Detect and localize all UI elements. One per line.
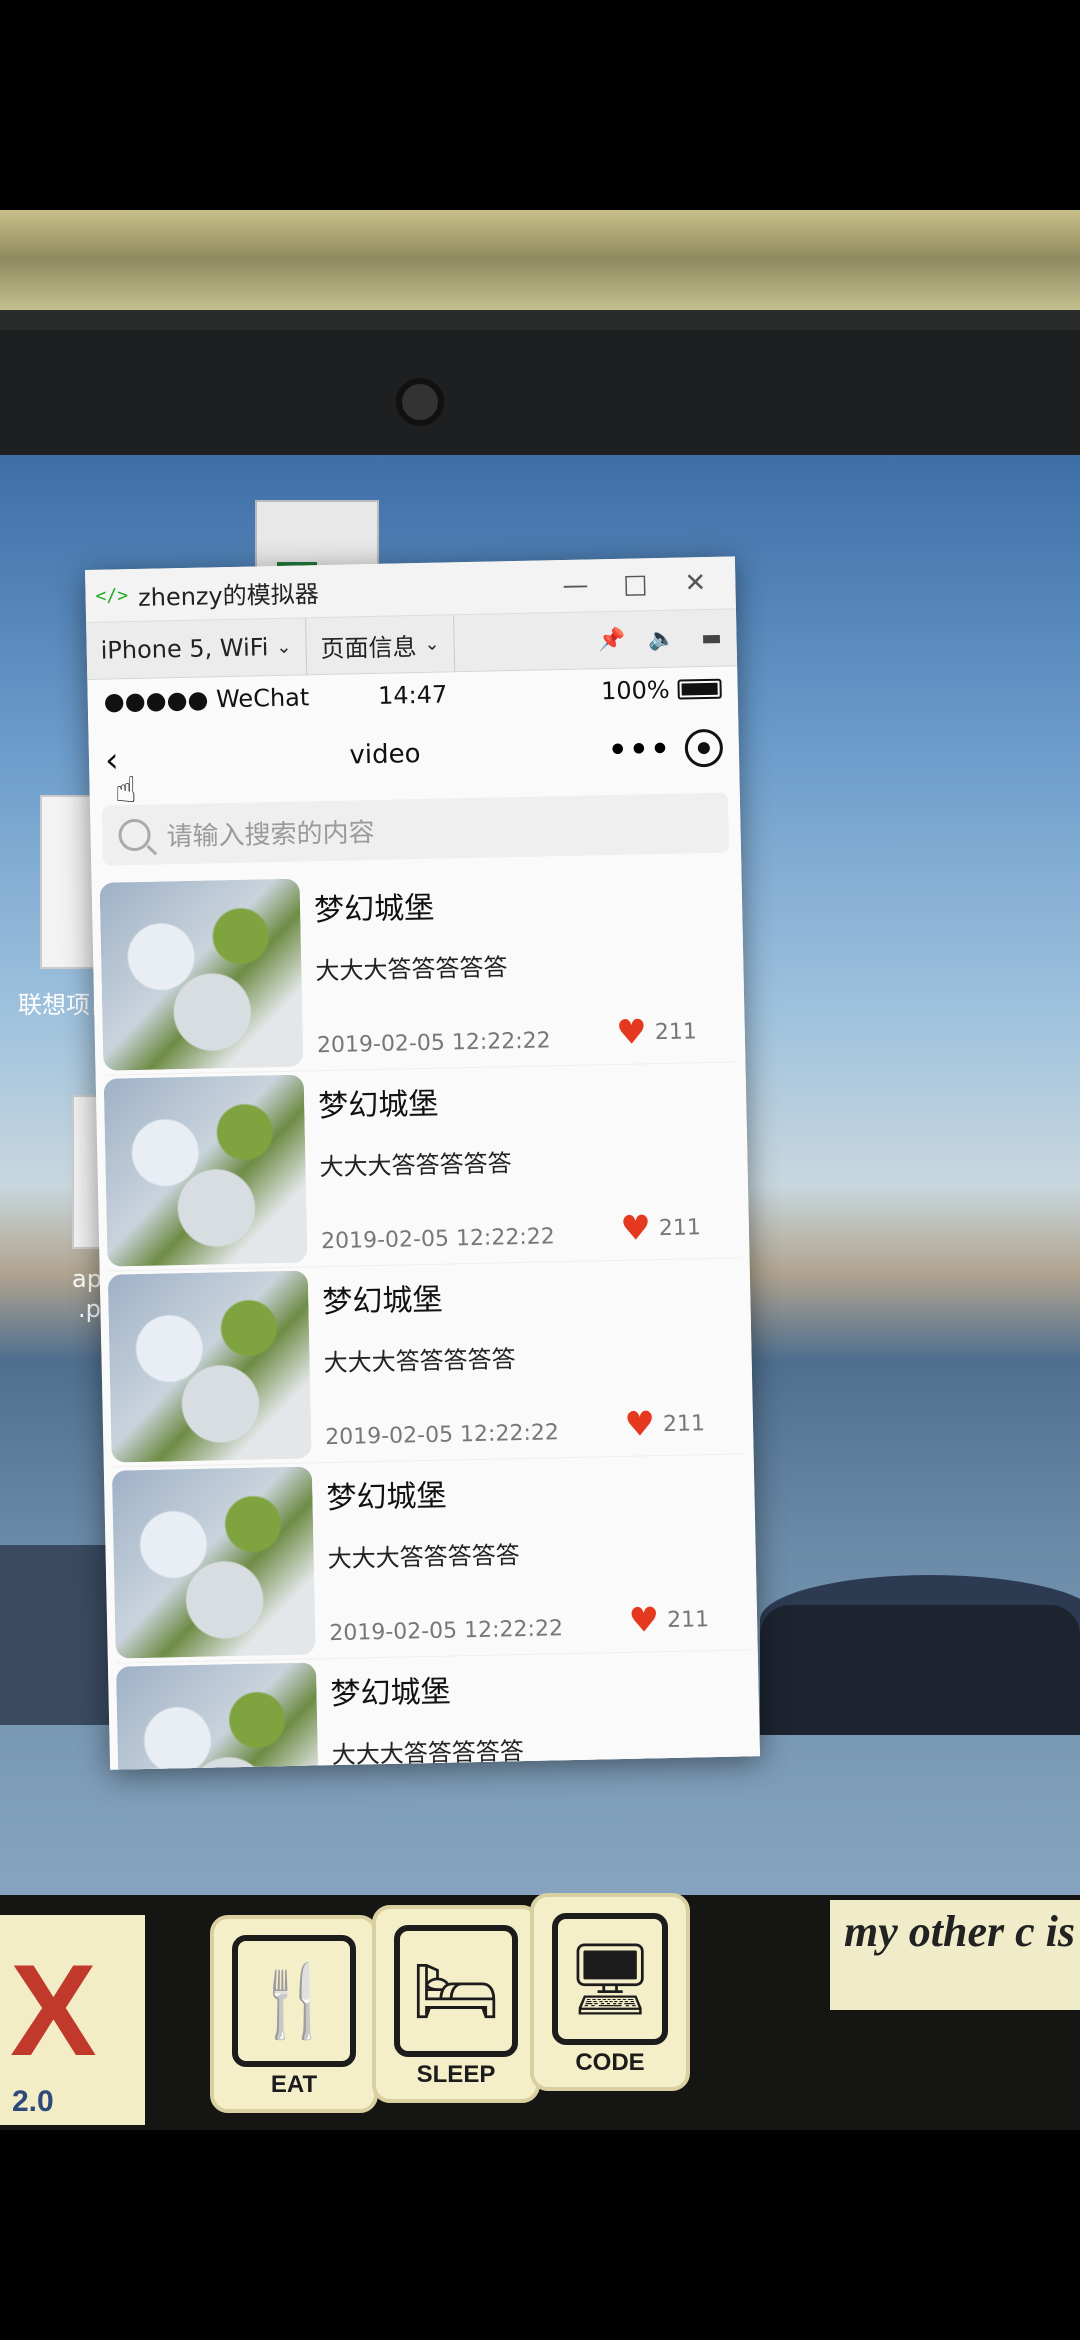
- chevron-down-icon: ⌄: [276, 636, 292, 658]
- video-date: 2019-02-05 12:22:22: [329, 1616, 564, 1647]
- nav-bar: ‹ video •••: [88, 710, 739, 798]
- minimize-button[interactable]: —: [545, 570, 606, 601]
- video-description: 大大大答答答答答: [315, 953, 508, 986]
- wallpaper-left-hill: [0, 1545, 110, 1725]
- video-thumbnail[interactable]: [99, 878, 304, 1071]
- dock-icon[interactable]: ▬: [686, 625, 737, 651]
- code-label: CODE: [575, 2049, 645, 2076]
- video-list: 梦幻城堡 大大大答答答答答 2019-02-05 12:22:22 ♥ 211 梦…: [91, 866, 759, 1770]
- fork-knife-icon: 🍴: [232, 1935, 356, 2067]
- close-button[interactable]: ✕: [665, 568, 726, 599]
- list-item[interactable]: 梦幻城堡 大大大答答答答答: [115, 1650, 754, 1770]
- maximize-button[interactable]: □: [605, 569, 666, 600]
- x-logo-icon: X: [10, 1937, 97, 2083]
- like-count-value: 211: [666, 1606, 710, 1633]
- close-miniprogram-icon[interactable]: [684, 728, 724, 768]
- like-count[interactable]: ♥ 211: [628, 1600, 710, 1641]
- video-thumbnail[interactable]: [111, 1466, 316, 1659]
- laptop-lid-top: [0, 210, 1080, 330]
- heart-icon[interactable]: ♥: [628, 1600, 659, 1641]
- video-description: 大大大答答答答答: [327, 1541, 521, 1574]
- bed-icon: 🛏: [394, 1925, 518, 2057]
- page-info-select[interactable]: 页面信息 ⌄: [305, 615, 456, 675]
- video-date: 2019-02-05 12:22:22: [316, 1028, 551, 1059]
- computer-icon: 🖥: [552, 1913, 668, 2045]
- search-placeholder: 请输入搜索的内容: [166, 817, 375, 852]
- battery-percent: 100%: [600, 675, 670, 706]
- page-info-label: 页面信息: [320, 632, 417, 663]
- device-select-label: iPhone 5, WiFi: [100, 633, 269, 665]
- video-thumbnail[interactable]: [107, 1270, 312, 1463]
- video-description: 大大大答答答答答: [323, 1345, 516, 1378]
- pin-icon[interactable]: 📌: [586, 627, 637, 653]
- sleep-label: SLEEP: [416, 2061, 496, 2088]
- like-count[interactable]: ♥ 211: [616, 1012, 698, 1053]
- heart-icon[interactable]: ♥: [624, 1404, 655, 1445]
- more-icon[interactable]: •••: [605, 731, 676, 767]
- code-icon: </>: [95, 584, 129, 607]
- window-title: zhenzy的模拟器: [137, 579, 319, 612]
- webcam: [396, 378, 444, 426]
- video-date: 2019-02-05 12:22:22: [324, 1420, 560, 1451]
- eat-label: EAT: [270, 2071, 318, 2098]
- page-title: video: [349, 739, 421, 771]
- list-item[interactable]: 梦幻城堡 大大大答答答答答 2019-02-05 12:22:22 ♥ 211: [99, 866, 738, 1076]
- like-count-value: 211: [662, 1410, 706, 1437]
- battery-status: 100%: [515, 675, 722, 707]
- wallpaper-trees: [760, 1605, 1080, 1735]
- status-time: 14:47: [377, 680, 448, 710]
- search-input[interactable]: 请输入搜索的内容: [101, 792, 730, 866]
- video-title: 梦幻城堡: [313, 890, 435, 929]
- list-item[interactable]: 梦幻城堡 大大大答答答答答 2019-02-05 12:22:22 ♥ 211: [103, 1062, 742, 1272]
- list-item[interactable]: 梦幻城堡 大大大答答答答答 2019-02-05 12:22:22 ♥ 211: [107, 1258, 746, 1468]
- logo-version: 2.0: [12, 2085, 54, 2118]
- chevron-down-icon: ⌄: [424, 633, 440, 655]
- like-count[interactable]: ♥ 211: [620, 1208, 702, 1249]
- device-select[interactable]: iPhone 5, WiFi ⌄: [86, 618, 308, 679]
- video-title: 梦幻城堡: [330, 1674, 451, 1713]
- eat-sticker: 🍴 EAT: [210, 1915, 378, 2113]
- simulator-window: </> zhenzy的模拟器 — □ ✕ iPhone 5, WiFi ⌄ 页面…: [85, 556, 760, 1770]
- video-title: 梦幻城堡: [326, 1478, 447, 1517]
- code-sticker: 🖥 CODE: [530, 1893, 690, 2091]
- like-count-value: 211: [658, 1214, 702, 1241]
- list-item[interactable]: 梦幻城堡 大大大答答答答答 2019-02-05 12:22:22 ♥ 211: [111, 1454, 750, 1664]
- like-count-value: 211: [654, 1018, 698, 1045]
- volume-icon[interactable]: 🔈: [636, 626, 687, 652]
- x-logo-sticker: X 2.0: [0, 1915, 145, 2125]
- heart-icon[interactable]: ♥: [616, 1012, 647, 1053]
- carrier-label: ●●●●● WeChat: [103, 683, 310, 716]
- phone-screen: ●●●●● WeChat 14:47 100% ‹ video ••• 请输入搜…: [87, 666, 760, 1770]
- hand-cursor-icon: ☝: [115, 770, 137, 811]
- like-count[interactable]: ♥ 211: [624, 1404, 706, 1445]
- battery-icon: [677, 678, 722, 700]
- video-title: 梦幻城堡: [317, 1086, 439, 1125]
- heart-icon[interactable]: ♥: [620, 1208, 651, 1249]
- quote-sticker: my other c is your co: [830, 1900, 1080, 2010]
- video-description: 大大大答答答答答: [319, 1149, 512, 1182]
- video-thumbnail[interactable]: [115, 1662, 320, 1770]
- video-title: 梦幻城堡: [322, 1282, 443, 1321]
- video-thumbnail[interactable]: [103, 1074, 308, 1267]
- search-icon: [118, 818, 151, 852]
- video-date: 2019-02-05 12:22:22: [320, 1224, 555, 1255]
- sleep-sticker: 🛏 SLEEP: [372, 1905, 540, 2103]
